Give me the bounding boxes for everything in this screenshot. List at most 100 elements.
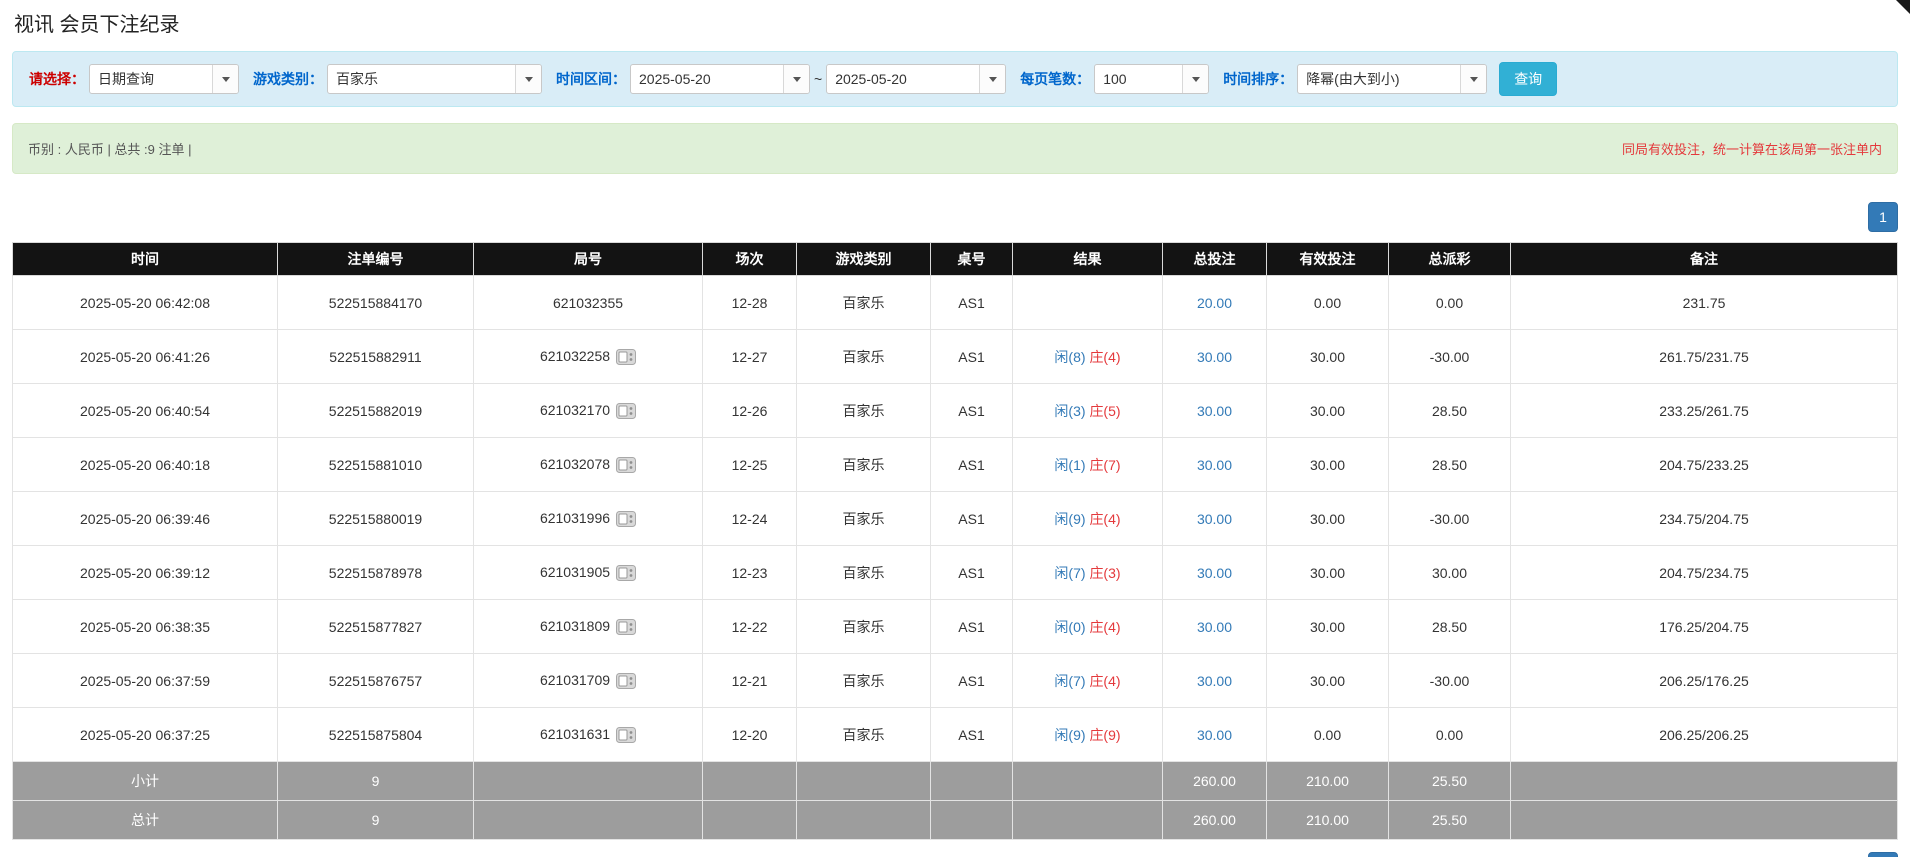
- subtotal-row-cell-round: [474, 762, 703, 801]
- cell-session: 12-23: [703, 546, 797, 600]
- subtotal-row-cell-game-type: [797, 762, 931, 801]
- result-banker: 庄(4): [1089, 349, 1120, 365]
- chevron-down-icon[interactable]: [1182, 65, 1208, 93]
- total-bet-link[interactable]: 30.00: [1197, 565, 1232, 581]
- cell-remark: 231.75: [1511, 276, 1898, 330]
- cell-valid-bet: 0.00: [1267, 276, 1389, 330]
- cell-payout: 30.00: [1389, 546, 1511, 600]
- cell-result: 闲(1) 庄(7): [1013, 438, 1163, 492]
- cell-table-no: AS1: [931, 546, 1013, 600]
- cell-result: 闲(9) 庄(9): [1013, 708, 1163, 762]
- cell-bet-id: 522515884170: [278, 276, 474, 330]
- column-header-6: 结果: [1013, 243, 1163, 276]
- chevron-down-icon: [793, 77, 801, 82]
- chevron-down-icon[interactable]: [979, 65, 1005, 93]
- page-1-button[interactable]: 1: [1868, 202, 1898, 232]
- page-title: 视讯 会员下注纪录: [14, 8, 1896, 37]
- cell-remark: 204.75/234.75: [1511, 546, 1898, 600]
- cell-remark: 206.25/206.25: [1511, 708, 1898, 762]
- result-banker: 庄(4): [1089, 511, 1120, 527]
- replay-icon[interactable]: [616, 565, 636, 581]
- table-row: 2025-05-20 06:41:26522515882911621032258…: [13, 330, 1898, 384]
- page-1-button[interactable]: 1: [1868, 852, 1898, 857]
- subtotal-row-cell-count: 9: [278, 762, 474, 801]
- cell-round: 621031709: [474, 654, 703, 708]
- currency-total-text: 币别 : 人民币 | 总共 :9 注单 |: [28, 139, 192, 158]
- cell-remark: 233.25/261.75: [1511, 384, 1898, 438]
- total-row-cell-remark: [1511, 801, 1898, 840]
- search-button[interactable]: 查询: [1499, 62, 1557, 96]
- total-bet-link[interactable]: 30.00: [1197, 511, 1232, 527]
- cell-session: 12-22: [703, 600, 797, 654]
- replay-icon[interactable]: [616, 727, 636, 743]
- subtotal-row-cell-label: 小计: [13, 762, 278, 801]
- cell-session: 12-28: [703, 276, 797, 330]
- cell-round: 621031996: [474, 492, 703, 546]
- cell-valid-bet: 30.00: [1267, 600, 1389, 654]
- cell-total-bet: 20.00: [1163, 276, 1267, 330]
- total-row-cell-valid-bet: 210.00: [1267, 801, 1389, 840]
- cell-result: 闲(9) 庄(4): [1013, 492, 1163, 546]
- cell-total-bet: 30.00: [1163, 438, 1267, 492]
- cell-session: 12-21: [703, 654, 797, 708]
- cell-table-no: AS1: [931, 492, 1013, 546]
- cell-table-no: AS1: [931, 384, 1013, 438]
- total-row-cell-total-bet: 260.00: [1163, 801, 1267, 840]
- total-bet-link[interactable]: 30.00: [1197, 727, 1232, 743]
- round-number: 621032078: [540, 456, 610, 472]
- cell-result: 闲(7) 庄(3): [1013, 546, 1163, 600]
- filter-bar: 请选择： 日期查询 游戏类别： 百家乐 时间区间： 2025-05-20 ~ 2…: [12, 51, 1898, 107]
- column-header-1: 注单编号: [278, 243, 474, 276]
- page-size-combobox[interactable]: 100: [1094, 64, 1209, 94]
- total-row-cell-table-no: [931, 801, 1013, 840]
- total-bet-link[interactable]: 30.00: [1197, 619, 1232, 635]
- table-row: 2025-05-20 06:38:35522515877827621031809…: [13, 600, 1898, 654]
- replay-icon[interactable]: [616, 403, 636, 419]
- total-bet-link[interactable]: 30.00: [1197, 403, 1232, 419]
- result-banker: 庄(3): [1089, 565, 1120, 581]
- total-bet-link[interactable]: 30.00: [1197, 457, 1232, 473]
- cell-payout: -30.00: [1389, 330, 1511, 384]
- round-number: 621031809: [540, 618, 610, 634]
- date-to-combobox[interactable]: 2025-05-20: [826, 64, 1006, 94]
- result-player: 闲(9): [1054, 511, 1085, 527]
- total-bet-link[interactable]: 30.00: [1197, 673, 1232, 689]
- pagination-bottom: 1: [12, 852, 1898, 857]
- replay-icon[interactable]: [616, 673, 636, 689]
- sort-order-combobox[interactable]: 降幂(由大到小): [1297, 64, 1487, 94]
- total-bet-link[interactable]: 20.00: [1197, 295, 1232, 311]
- cell-payout: -30.00: [1389, 492, 1511, 546]
- chevron-down-icon[interactable]: [783, 65, 809, 93]
- replay-icon[interactable]: [616, 511, 636, 527]
- result-banker: 庄(4): [1089, 673, 1120, 689]
- total-row-cell-game-type: [797, 801, 931, 840]
- round-number: 621032355: [553, 295, 623, 311]
- round-number: 621031709: [540, 672, 610, 688]
- cell-total-bet: 30.00: [1163, 600, 1267, 654]
- cell-table-no: AS1: [931, 600, 1013, 654]
- date-from-combobox[interactable]: 2025-05-20: [630, 64, 810, 94]
- cell-table-no: AS1: [931, 276, 1013, 330]
- game-type-value: 百家乐: [328, 69, 515, 89]
- chevron-down-icon[interactable]: [515, 65, 541, 93]
- chevron-down-icon[interactable]: [212, 65, 238, 93]
- cell-time: 2025-05-20 06:41:26: [13, 330, 278, 384]
- game-type-combobox[interactable]: 百家乐: [327, 64, 542, 94]
- result-player: 闲(1): [1054, 457, 1085, 473]
- chevron-down-icon[interactable]: [1460, 65, 1486, 93]
- query-type-combobox[interactable]: 日期查询: [89, 64, 239, 94]
- subtotal-row-cell-remark: [1511, 762, 1898, 801]
- cell-payout: -30.00: [1389, 654, 1511, 708]
- replay-icon[interactable]: [616, 349, 636, 365]
- cell-payout: 28.50: [1389, 384, 1511, 438]
- table-row: 2025-05-20 06:39:12522515878978621031905…: [13, 546, 1898, 600]
- table-header: 时间注单编号局号场次游戏类别桌号结果总投注有效投注总派彩备注: [13, 243, 1898, 276]
- cell-remark: 234.75/204.75: [1511, 492, 1898, 546]
- replay-icon[interactable]: [616, 619, 636, 635]
- replay-icon[interactable]: [616, 457, 636, 473]
- cell-session: 12-20: [703, 708, 797, 762]
- total-bet-link[interactable]: 30.00: [1197, 349, 1232, 365]
- cell-result: 闲(3) 庄(5): [1013, 384, 1163, 438]
- table-row: 2025-05-20 06:40:18522515881010621032078…: [13, 438, 1898, 492]
- cell-table-no: AS1: [931, 330, 1013, 384]
